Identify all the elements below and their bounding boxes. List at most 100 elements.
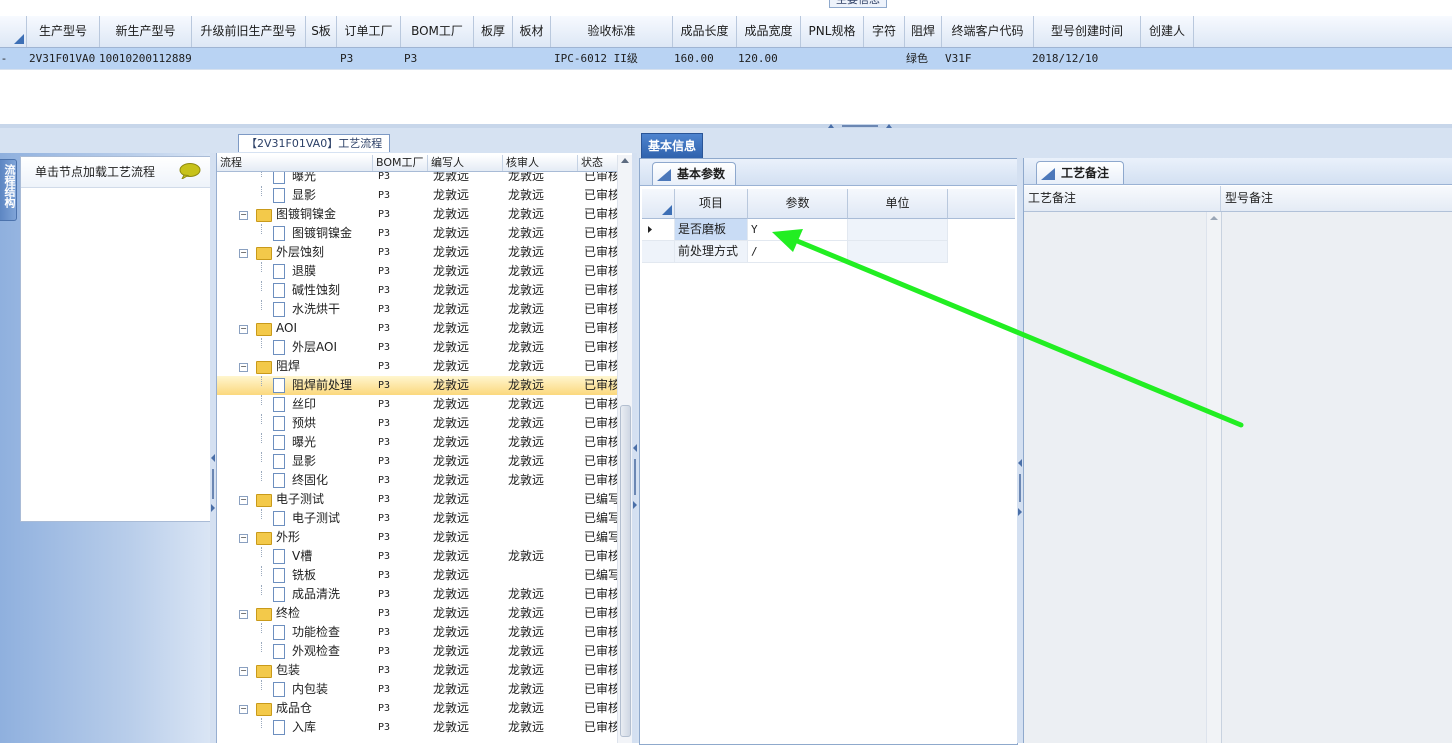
tab-basic-info[interactable]: 基本信息 [641, 133, 704, 158]
tree-row[interactable]: 退膜 P3 龙敦远 龙敦远 已审核 [217, 262, 617, 281]
notes-col-process[interactable]: 工艺备注 [1024, 186, 1221, 211]
collapse-toggle-icon[interactable]: − [239, 667, 248, 676]
tree-row[interactable]: 内包装 P3 龙敦远 龙敦远 已审核 [217, 680, 617, 699]
tree-col-bom[interactable]: BOM工厂 [373, 155, 428, 171]
tree-writer-cell: 龙敦远 [433, 530, 470, 544]
collapse-toggle-icon[interactable]: − [239, 211, 248, 220]
param-corner-header[interactable] [642, 189, 675, 219]
tree-status-cell: 已审核 [584, 644, 617, 658]
tree-bom-cell: P3 [378, 589, 391, 600]
tree-row[interactable]: − 终检 P3 龙敦远 龙敦远 已审核 [217, 604, 617, 623]
param-unit-cell[interactable] [848, 241, 948, 263]
tree-reviewer-cell: 龙敦远 [508, 454, 545, 468]
collapse-toggle-icon[interactable]: − [239, 610, 248, 619]
tree-row[interactable]: 电子测试 P3 龙敦远 已编写 [217, 509, 617, 528]
tree-row[interactable]: − 包装 P3 龙敦远 龙敦远 已审核 [217, 661, 617, 680]
param-value-cell[interactable]: Y [748, 219, 848, 241]
tree-col-flow[interactable]: 流程 [217, 155, 373, 171]
param-col-value[interactable]: 参数 [748, 189, 848, 219]
row-indicator[interactable] [642, 219, 675, 241]
tree-row[interactable]: 入库 P3 龙敦远 龙敦远 已审核 [217, 718, 617, 737]
param-col-item[interactable]: 项目 [675, 189, 748, 219]
col-header[interactable]: 升级前旧生产型号 [192, 16, 306, 47]
main-info-caption: 主要信息 [829, 0, 887, 8]
tab-process-notes[interactable]: 工艺备注 [1036, 161, 1125, 184]
col-header[interactable]: 板材 [513, 16, 551, 47]
tree-col-reviewer[interactable]: 核审人 [503, 155, 578, 171]
tree-row[interactable]: 功能检查 P3 龙敦远 龙敦远 已审核 [217, 623, 617, 642]
tree-node-label: 阻焊 [276, 359, 301, 373]
tree-row[interactable]: 阻焊前处理 P3 龙敦远 龙敦远 已审核 [217, 376, 617, 395]
param-col-unit[interactable]: 单位 [848, 189, 948, 219]
tree-row[interactable]: 曝光 P3 龙敦远 龙敦远 已审核 [217, 433, 617, 452]
table-row[interactable]: - 2V31F01VA0 10010200112889 P3 P3 IPC-60… [0, 48, 1452, 70]
param-unit-cell[interactable] [848, 219, 948, 241]
tree-row[interactable]: − 图镀铜镍金 P3 龙敦远 龙敦远 已审核 [217, 205, 617, 224]
tree-row[interactable]: 预烘 P3 龙敦远 龙敦远 已审核 [217, 414, 617, 433]
tree-writer-cell: 龙敦远 [433, 207, 470, 221]
col-header[interactable]: PNL规格 [801, 16, 864, 47]
tree-row[interactable]: − 外层蚀刻 P3 龙敦远 龙敦远 已审核 [217, 243, 617, 262]
folder-icon [256, 665, 272, 678]
col-header[interactable]: 板厚 [474, 16, 513, 47]
col-header[interactable]: 订单工厂 [337, 16, 401, 47]
tree-row[interactable]: 铣板 P3 龙敦远 已编写 [217, 566, 617, 585]
tree-row[interactable]: − 电子测试 P3 龙敦远 已编写 [217, 490, 617, 509]
collapse-toggle-icon[interactable]: − [239, 249, 248, 258]
tree-row[interactable]: 水洗烘干 P3 龙敦远 龙敦远 已审核 [217, 300, 617, 319]
tree-writer-cell: 龙敦远 [433, 172, 470, 183]
scroll-up-icon[interactable] [1207, 212, 1221, 224]
tree-row[interactable]: − AOI P3 龙敦远 龙敦远 已审核 [217, 319, 617, 338]
col-header[interactable]: 成品长度 [673, 16, 737, 47]
col-header[interactable]: 终端客户代码 [942, 16, 1034, 47]
tree-row[interactable]: 显影 P3 龙敦远 龙敦远 已审核 [217, 452, 617, 471]
process-flow-tab[interactable]: 【2V31F01VA0】工艺流程 [238, 134, 391, 152]
scroll-up-icon[interactable] [618, 155, 632, 167]
col-header[interactable]: BOM工厂 [401, 16, 474, 47]
tree-row[interactable]: 图镀铜镍金 P3 龙敦远 龙敦远 已审核 [217, 224, 617, 243]
tree-row[interactable]: 显影 P3 龙敦远 龙敦远 已审核 [217, 186, 617, 205]
param-value-cell[interactable]: / [748, 241, 848, 263]
tree-row[interactable]: − 成品仓 P3 龙敦远 龙敦远 已审核 [217, 699, 617, 718]
collapse-toggle-icon[interactable]: − [239, 534, 248, 543]
collapse-toggle-icon[interactable]: − [239, 496, 248, 505]
row-indicator-header[interactable] [0, 16, 27, 47]
process-notes-field[interactable] [1024, 212, 1220, 743]
tree-writer-cell: 龙敦远 [433, 226, 470, 240]
row-indicator[interactable] [642, 241, 675, 263]
col-header[interactable]: 阻焊 [905, 16, 942, 47]
flow-structure-tab[interactable]: 流程结构 [0, 159, 17, 221]
col-header[interactable]: 成品宽度 [737, 16, 801, 47]
tree-row[interactable]: 成品清洗 P3 龙敦远 龙敦远 已审核 [217, 585, 617, 604]
tree-row[interactable]: V槽 P3 龙敦远 龙敦远 已审核 [217, 547, 617, 566]
speech-bubble-icon[interactable] [179, 163, 201, 179]
tree-row[interactable]: − 外形 P3 龙敦远 已编写 [217, 528, 617, 547]
tree-row[interactable]: 外层AOI P3 龙敦远 龙敦远 已审核 [217, 338, 617, 357]
model-notes-field[interactable] [1221, 212, 1452, 743]
process-notes-scrollbar[interactable] [1206, 212, 1221, 743]
tree-scroll-thumb[interactable] [620, 405, 631, 737]
collapse-toggle-icon[interactable]: − [239, 705, 248, 714]
tree-scrollbar[interactable] [617, 155, 632, 743]
tree-row[interactable]: 曝光 P3 龙敦远 龙敦远 已审核 [217, 172, 617, 186]
tree-row[interactable]: 外观检查 P3 龙敦远 龙敦远 已审核 [217, 642, 617, 661]
tree-bom-cell: P3 [378, 342, 391, 353]
tree-col-writer[interactable]: 编写人 [428, 155, 503, 171]
col-header[interactable]: 型号创建时间 [1034, 16, 1141, 47]
col-header[interactable]: S板 [306, 16, 337, 47]
tree-row[interactable]: − 阻焊 P3 龙敦远 龙敦远 已审核 [217, 357, 617, 376]
tree-row[interactable]: 丝印 P3 龙敦远 龙敦远 已审核 [217, 395, 617, 414]
tree-reviewer-cell: 龙敦远 [508, 340, 545, 354]
tree-row[interactable]: 终固化 P3 龙敦远 龙敦远 已审核 [217, 471, 617, 490]
col-header[interactable]: 创建人 [1141, 16, 1194, 47]
col-header[interactable]: 生产型号 [27, 16, 100, 47]
tree-col-status[interactable]: 状态 [578, 155, 621, 171]
tree-row[interactable]: 碱性蚀刻 P3 龙敦远 龙敦远 已审核 [217, 281, 617, 300]
col-header[interactable]: 验收标准 [551, 16, 673, 47]
collapse-toggle-icon[interactable]: − [239, 325, 248, 334]
tab-basic-params[interactable]: 基本参数 [652, 162, 737, 185]
notes-col-model[interactable]: 型号备注 [1221, 186, 1452, 211]
collapse-toggle-icon[interactable]: − [239, 363, 248, 372]
col-header[interactable]: 字符 [864, 16, 905, 47]
col-header[interactable]: 新生产型号 [100, 16, 192, 47]
